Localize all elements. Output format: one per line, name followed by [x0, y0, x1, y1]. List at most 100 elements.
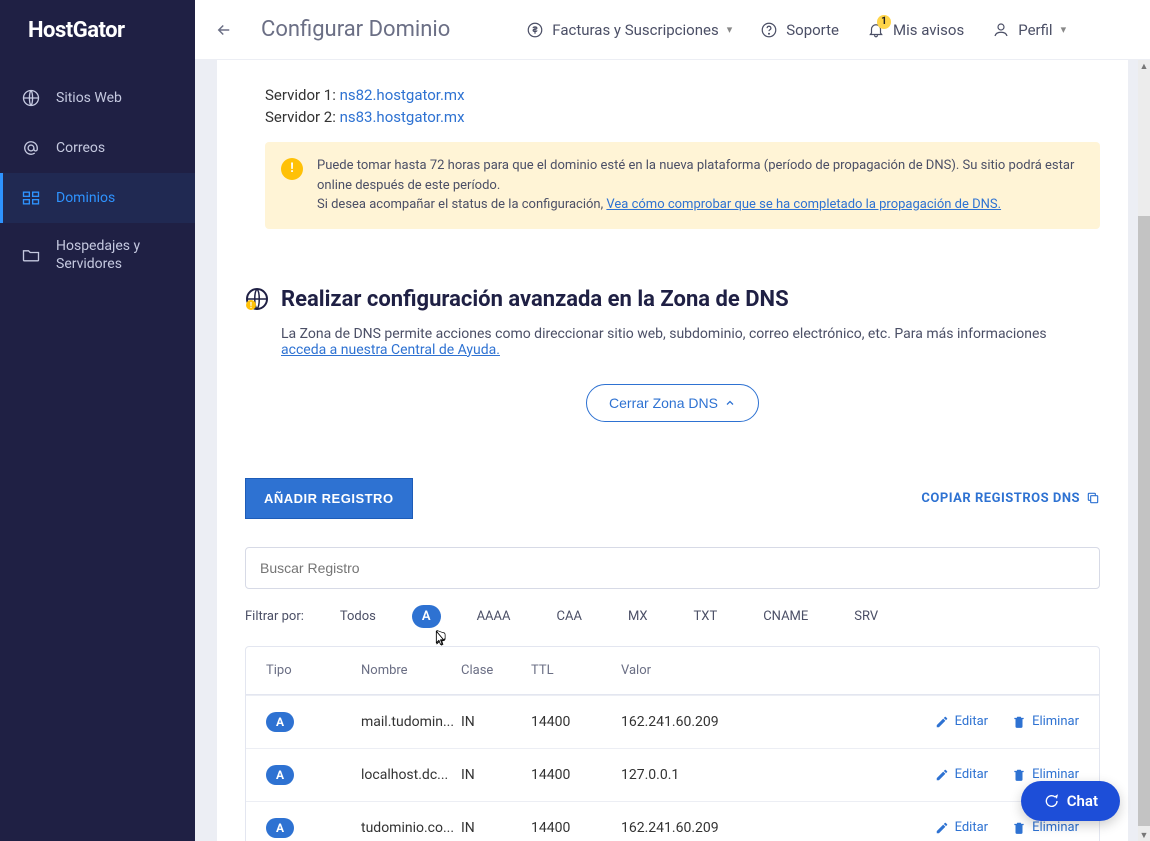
filter-caa[interactable]: CAA — [547, 605, 592, 628]
at-icon — [20, 137, 42, 159]
chevron-down-icon: ▾ — [1061, 23, 1067, 36]
topbar: Configurar Dominio Facturas y Suscripcio… — [195, 0, 1150, 60]
chat-button[interactable]: Chat — [1021, 781, 1120, 821]
topbar-profile[interactable]: Perfil ▾ — [992, 21, 1066, 39]
brand-logo: HostGator — [0, 18, 195, 73]
record-class: IN — [461, 714, 531, 730]
sidebar-item-domains[interactable]: Dominios — [0, 173, 195, 223]
record-type-pill: A — [266, 818, 294, 838]
record-name: tudominio.co... — [361, 820, 456, 836]
page-title: Configurar Dominio — [261, 17, 450, 42]
delete-record-button[interactable]: Eliminar — [1012, 714, 1079, 729]
server-2-value: ns83.hostgator.mx — [340, 108, 465, 126]
svg-text:!: ! — [250, 301, 252, 310]
dollar-icon — [526, 21, 544, 39]
help-center-link[interactable]: acceda a nuestra Central de Ayuda. — [281, 342, 500, 358]
topbar-support[interactable]: Soporte — [760, 21, 839, 39]
record-value: 127.0.0.1 — [621, 767, 851, 783]
main: Servidor 1: ns82.hostgator.mx Servidor 2… — [195, 0, 1150, 841]
filter-a[interactable]: A — [412, 605, 441, 628]
copy-dns-records-button[interactable]: COPIAR REGISTROS DNS — [921, 491, 1100, 506]
th-nombre: Nombre — [361, 663, 461, 678]
record-class: IN — [461, 767, 531, 783]
record-type-pill: A — [266, 765, 294, 785]
server-2-label: Servidor 2: — [265, 108, 340, 126]
topbar-label: Facturas y Suscripciones — [552, 21, 718, 39]
topbar-label: Mis avisos — [893, 21, 964, 39]
delete-record-button[interactable]: Eliminar — [1012, 767, 1079, 782]
server-1-label: Servidor 1: — [265, 86, 340, 104]
filter-todos[interactable]: Todos — [330, 605, 386, 628]
sidebar-item-label: Dominios — [56, 189, 115, 207]
dns-propagation-alert: ! Puede tomar hasta 72 horas para que el… — [265, 142, 1100, 229]
record-name: localhost.dc... — [361, 767, 456, 783]
server-2-line: Servidor 2: ns83.hostgator.mx — [265, 106, 1100, 128]
record-name: mail.tudomin... — [361, 714, 456, 730]
dns-section-head: ! Realizar configuración avanzada en la … — [245, 287, 1100, 312]
table-row: A mail.tudomin... IN 14400 162.241.60.20… — [246, 695, 1099, 748]
scroll-down-arrow[interactable]: ▼ — [1138, 829, 1150, 841]
user-icon — [992, 21, 1010, 39]
record-ttl: 14400 — [531, 714, 621, 730]
filter-aaaa[interactable]: AAAA — [467, 605, 521, 628]
dns-records-table: Tipo Nombre Clase TTL Valor A mail.tudom… — [245, 646, 1100, 841]
record-value: 162.241.60.209 — [621, 714, 851, 730]
th-clase: Clase — [461, 663, 531, 678]
th-tipo: Tipo — [266, 663, 361, 678]
globe-warning-icon: ! — [245, 287, 269, 311]
th-ttl: TTL — [531, 663, 621, 678]
scroll-thumb[interactable] — [1138, 216, 1150, 826]
chevron-up-icon — [724, 397, 736, 409]
table-row: A localhost.dc... IN 14400 127.0.0.1 Edi… — [246, 748, 1099, 801]
alert-line2-prefix: Si desea acompañar el status de la confi… — [317, 197, 606, 212]
alert-link[interactable]: Vea cómo comprobar que se ha completado … — [606, 197, 1001, 212]
chat-icon — [1043, 793, 1059, 809]
dns-section-desc: La Zona de DNS permite acciones como dir… — [281, 326, 1100, 358]
sidebar-item-mail[interactable]: Correos — [0, 123, 195, 173]
record-type-pill: A — [266, 712, 294, 732]
search-record-input[interactable] — [245, 547, 1100, 589]
filter-label: Filtrar por: — [245, 609, 304, 624]
domains-icon — [20, 187, 42, 209]
table-row: A tudominio.co... IN 14400 162.241.60.20… — [246, 801, 1099, 841]
scroll-up-arrow[interactable]: ▲ — [1138, 60, 1150, 72]
sidebar-item-label: Hospedajes y Servidores — [56, 237, 175, 273]
back-arrow-icon[interactable] — [215, 21, 233, 39]
record-class: IN — [461, 820, 531, 836]
edit-record-button[interactable]: Editar — [935, 820, 989, 835]
record-ttl: 14400 — [531, 820, 621, 836]
alert-line1: Puede tomar hasta 72 horas para que el d… — [317, 156, 1084, 195]
sidebar: HostGator Sitios Web Correos Dominios Ho… — [0, 0, 195, 841]
help-icon — [760, 21, 778, 39]
record-ttl: 14400 — [531, 767, 621, 783]
warning-icon: ! — [281, 158, 303, 180]
table-header: Tipo Nombre Clase TTL Valor — [246, 647, 1099, 695]
delete-record-button[interactable]: Eliminar — [1012, 820, 1079, 835]
filter-mx[interactable]: MX — [618, 605, 658, 628]
cursor-pointer-icon — [431, 629, 449, 651]
copy-icon — [1086, 491, 1100, 505]
server-1-value: ns82.hostgator.mx — [340, 86, 465, 104]
record-value: 162.241.60.209 — [621, 820, 851, 836]
topbar-label: Soporte — [786, 21, 839, 39]
edit-record-button[interactable]: Editar — [935, 767, 989, 782]
filter-srv[interactable]: SRV — [844, 605, 888, 628]
dns-section-title: Realizar configuración avanzada en la Zo… — [281, 287, 789, 312]
topbar-label: Perfil — [1018, 21, 1052, 39]
sidebar-item-sites[interactable]: Sitios Web — [0, 73, 195, 123]
folder-icon — [20, 244, 42, 266]
content-card: Servidor 1: ns82.hostgator.mx Servidor 2… — [217, 60, 1128, 841]
sidebar-item-label: Correos — [56, 139, 105, 157]
sidebar-item-hosting[interactable]: Hospedajes y Servidores — [0, 223, 195, 287]
globe-icon — [20, 87, 42, 109]
edit-record-button[interactable]: Editar — [935, 714, 989, 729]
th-valor: Valor — [621, 663, 851, 678]
chevron-down-icon: ▾ — [727, 23, 733, 36]
scrollbar[interactable]: ▲ ▼ — [1138, 60, 1150, 841]
filter-cname[interactable]: CNAME — [753, 605, 818, 628]
topbar-billing[interactable]: Facturas y Suscripciones ▾ — [526, 21, 732, 39]
close-dns-zone-button[interactable]: Cerrar Zona DNS — [586, 384, 759, 422]
topbar-notices[interactable]: Mis avisos — [867, 21, 964, 39]
filter-txt[interactable]: TXT — [684, 605, 728, 628]
add-record-button[interactable]: AÑADIR REGISTRO — [245, 478, 413, 519]
